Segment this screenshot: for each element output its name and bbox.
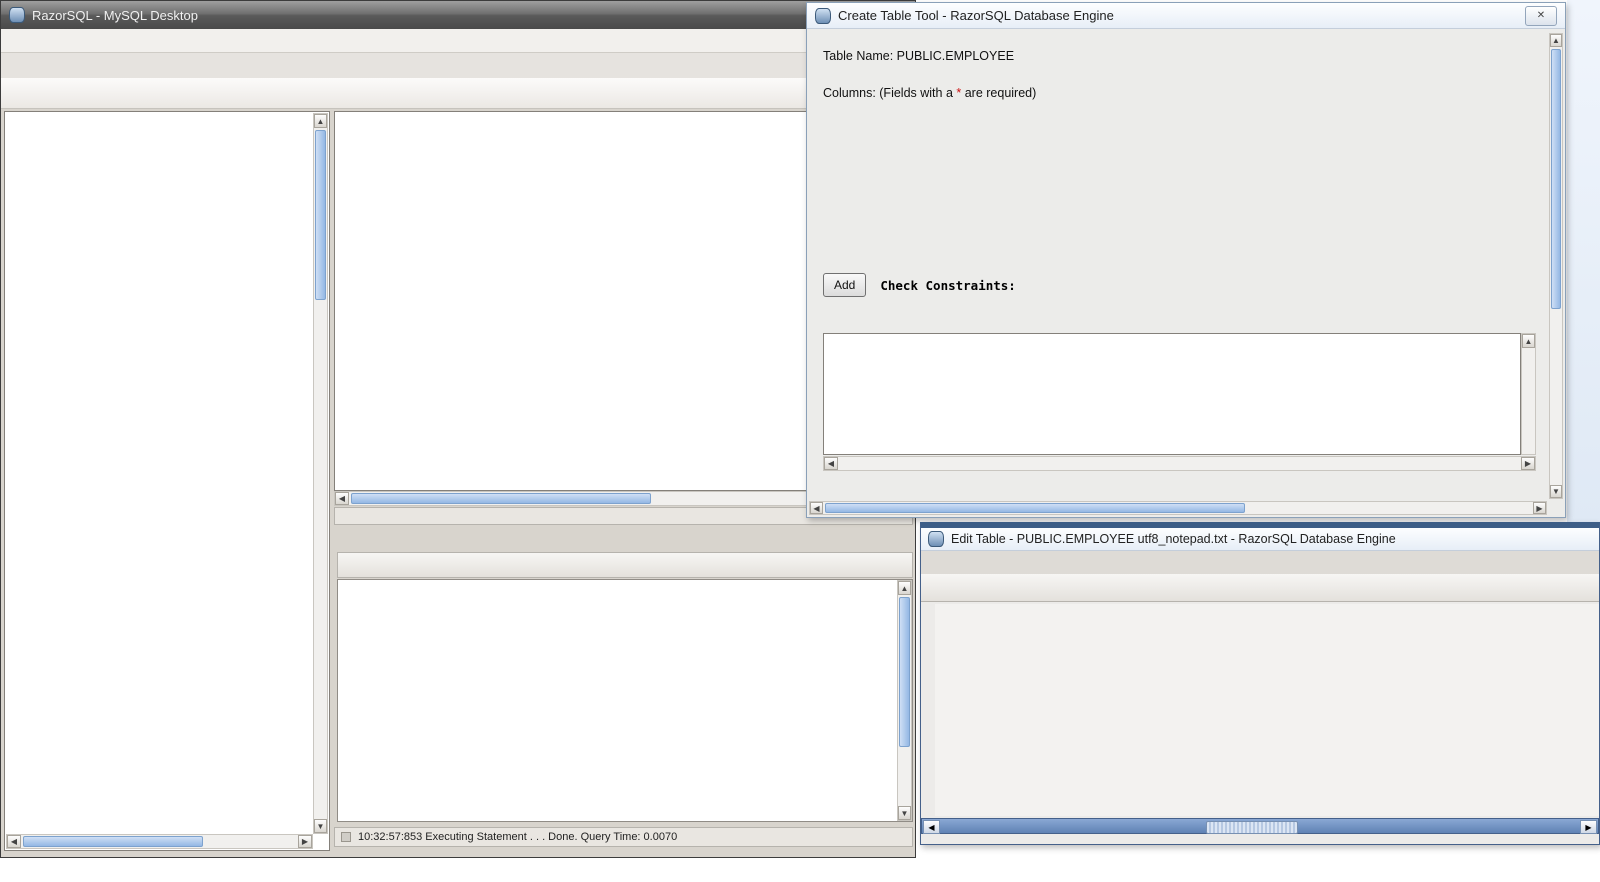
result-toolbar <box>337 552 913 578</box>
scroll-down-icon[interactable]: ▼ <box>314 819 327 833</box>
check-constraints-label: Check Constraints: <box>880 277 1016 293</box>
status-message: 10:32:57:853 Executing Statement . . . D… <box>358 831 678 843</box>
edit-window-tab-bar <box>921 551 1599 574</box>
app-icon <box>9 7 25 23</box>
scroll-down-icon[interactable]: ▼ <box>1550 485 1562 498</box>
tree-vscroll-thumb[interactable] <box>315 130 326 300</box>
table-name-label: Table Name: PUBLIC.EMPLOYEE <box>823 49 1015 63</box>
result-grid-panel: ▲ ▼ <box>337 579 913 822</box>
main-window: RazorSQL - MySQL Desktop ▲ ▼ ◀ ▶ ◀ ▶ ▲ ▼ <box>0 0 916 858</box>
scroll-left-icon[interactable]: ◀ <box>923 820 940 834</box>
tree-vertical-scrollbar[interactable]: ▲ ▼ <box>313 113 328 834</box>
dialog-hscroll-thumb[interactable] <box>825 503 1245 513</box>
result-vertical-scrollbar[interactable]: ▲ ▼ <box>897 580 912 821</box>
scroll-up-icon[interactable]: ▲ <box>314 114 327 128</box>
edit-window-toolbar <box>921 574 1599 602</box>
database-tree <box>7 114 312 833</box>
edit-table-window: Edit Table - PUBLIC.EMPLOYEE utf8_notepa… <box>920 522 1600 845</box>
scroll-up-icon[interactable]: ▲ <box>1522 334 1535 348</box>
scroll-right-icon[interactable]: ▶ <box>1580 820 1597 834</box>
scroll-left-icon[interactable]: ◀ <box>335 492 349 505</box>
main-title-bar[interactable]: RazorSQL - MySQL Desktop <box>1 1 915 29</box>
create-table-dialog: Create Table Tool - RazorSQL Database En… <box>806 2 1566 518</box>
sql-horizontal-scrollbar[interactable]: ◀ ▶ <box>823 456 1536 471</box>
scroll-right-icon[interactable]: ▶ <box>1533 502 1546 514</box>
scroll-right-icon[interactable]: ▶ <box>1521 457 1535 470</box>
edit-window-icon <box>928 531 944 547</box>
dialog-title-bar[interactable]: Create Table Tool - RazorSQL Database En… <box>807 3 1565 29</box>
dialog-horizontal-scrollbar[interactable]: ◀ ▶ <box>809 501 1547 515</box>
scroll-right-icon[interactable]: ▶ <box>298 835 312 848</box>
desktop-background <box>1567 0 1600 522</box>
main-status-bar: 10:32:57:853 Executing Statement . . . D… <box>334 827 913 847</box>
scroll-up-icon[interactable]: ▲ <box>898 581 911 595</box>
edit-grid-panel <box>935 604 1599 816</box>
column-definition-rows <box>823 143 1537 267</box>
edit-window-title-bar[interactable]: Edit Table - PUBLIC.EMPLOYEE utf8_notepa… <box>921 528 1599 551</box>
dialog-icon <box>815 7 831 24</box>
window-title: RazorSQL - MySQL Desktop <box>32 7 198 23</box>
database-tree-panel: ▲ ▼ ◀ ▶ <box>4 111 330 851</box>
columns-note: Columns: (Fields with a * are required) <box>823 86 1037 100</box>
edit-window-title: Edit Table - PUBLIC.EMPLOYEE utf8_notepa… <box>951 532 1396 546</box>
tree-hscroll-thumb[interactable] <box>23 836 203 847</box>
scroll-left-icon[interactable]: ◀ <box>7 835 21 848</box>
editor-hscroll-thumb[interactable] <box>351 493 651 504</box>
scroll-down-icon[interactable]: ▼ <box>898 806 911 820</box>
scroll-left-icon[interactable]: ◀ <box>810 502 823 514</box>
tree-horizontal-scrollbar[interactable]: ◀ ▶ <box>6 834 313 849</box>
close-icon[interactable]: ✕ <box>1525 5 1557 26</box>
connection-tab-bar <box>1 53 915 78</box>
edit-horizontal-scrollbar[interactable]: ◀ ▶ <box>921 818 1599 834</box>
status-indicator-icon <box>341 832 351 842</box>
scroll-up-icon[interactable]: ▲ <box>1550 34 1562 47</box>
sql-vertical-scrollbar[interactable]: ▲ <box>1521 333 1536 455</box>
result-vscroll-thumb[interactable] <box>899 597 910 747</box>
dialog-title: Create Table Tool - RazorSQL Database En… <box>838 8 1114 23</box>
scroll-left-icon[interactable]: ◀ <box>824 457 838 470</box>
add-button[interactable]: Add <box>823 273 867 297</box>
dialog-vscroll-thumb[interactable] <box>1551 49 1561 309</box>
dialog-vertical-scrollbar[interactable]: ▲ ▼ <box>1549 33 1563 499</box>
menu-bar <box>1 29 915 53</box>
generated-sql-textarea[interactable] <box>823 333 1521 455</box>
edit-hscroll-thumb[interactable] <box>1205 821 1298 834</box>
main-toolbar <box>1 78 915 109</box>
column-headers-row <box>823 109 1537 141</box>
